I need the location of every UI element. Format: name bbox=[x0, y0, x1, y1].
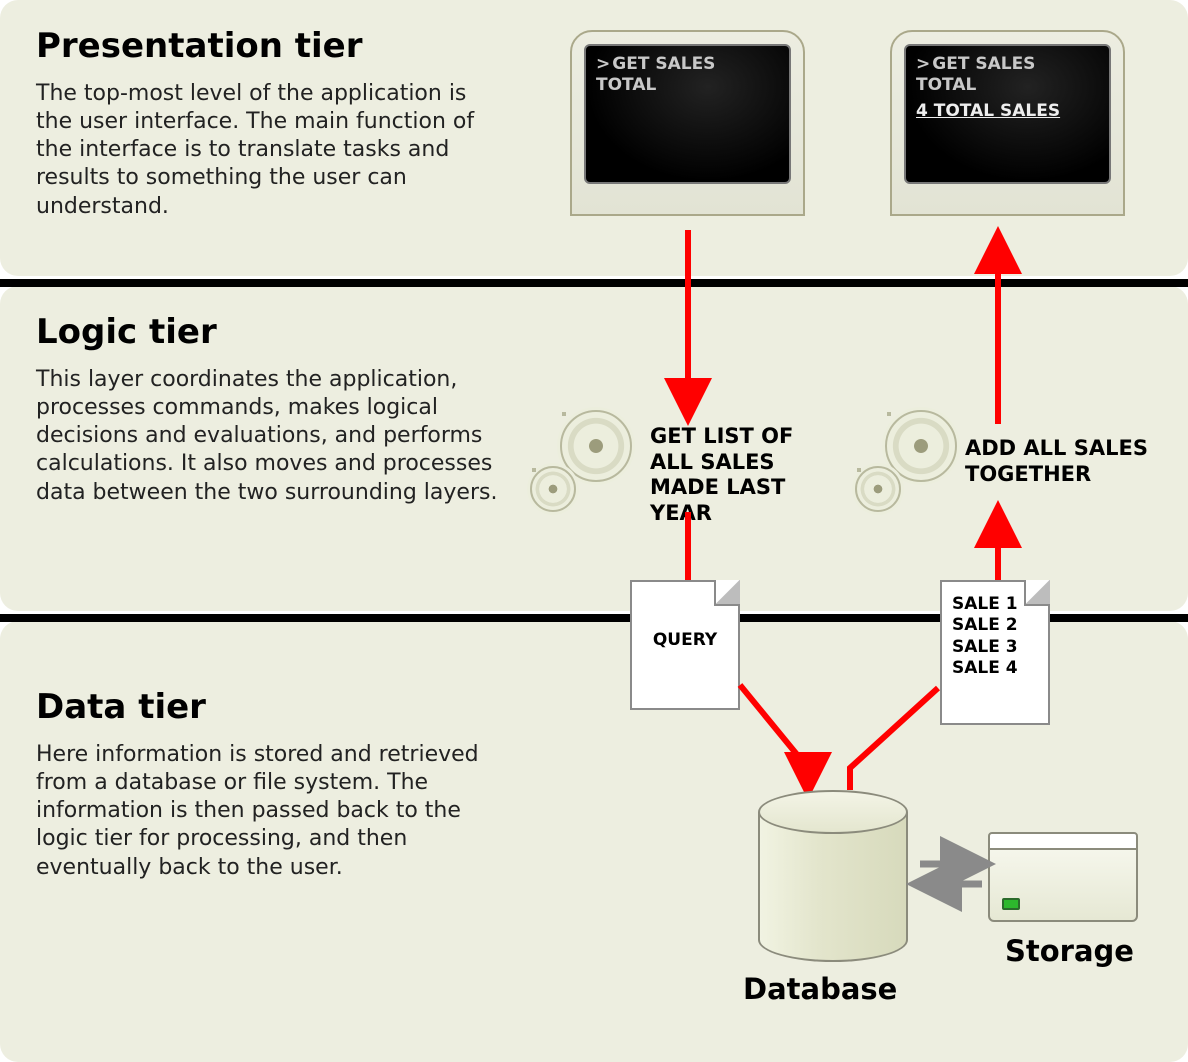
terminal-screen-input: >GET SALES TOTAL bbox=[584, 44, 791, 184]
logic-action-right: ADD ALL SALES TOGETHER bbox=[965, 436, 1155, 487]
monitor-icon-input: >GET SALES TOTAL bbox=[570, 30, 805, 216]
storage-icon bbox=[988, 832, 1138, 922]
storage-led-icon bbox=[1002, 898, 1020, 910]
terminal-result: 4 TOTAL SALES bbox=[916, 101, 1099, 122]
database-icon bbox=[758, 790, 908, 965]
terminal-command: GET SALES TOTAL bbox=[916, 54, 1035, 95]
logic-tier-title: Logic tier bbox=[36, 312, 1152, 352]
logic-tier-desc: This layer coordinates the application, … bbox=[36, 366, 506, 507]
logic-action-left: GET LIST OF ALL SALES MADE LAST YEAR bbox=[650, 424, 840, 526]
result-row: SALE 3 bbox=[952, 637, 1038, 658]
gears-icon-left bbox=[530, 410, 645, 520]
monitor-icon-output: >GET SALES TOTAL 4 TOTAL SALES bbox=[890, 30, 1125, 216]
presentation-tier-desc: The top-most level of the application is… bbox=[36, 80, 506, 221]
terminal-prompt: > bbox=[916, 54, 930, 74]
database-label: Database bbox=[743, 972, 897, 1006]
document-query-label: QUERY bbox=[653, 630, 717, 650]
three-tier-architecture-diagram: Presentation tier The top-most level of … bbox=[0, 0, 1188, 1062]
result-row: SALE 4 bbox=[952, 658, 1038, 679]
tier-divider-1 bbox=[0, 279, 1188, 287]
document-icon-results: SALE 1 SALE 2 SALE 3 SALE 4 bbox=[940, 580, 1050, 725]
result-row: SALE 2 bbox=[952, 615, 1038, 636]
storage-label: Storage bbox=[1005, 934, 1134, 968]
data-tier-desc: Here information is stored and retrieved… bbox=[36, 741, 506, 882]
terminal-screen-output: >GET SALES TOTAL 4 TOTAL SALES bbox=[904, 44, 1111, 184]
document-icon-query: QUERY bbox=[630, 580, 740, 710]
terminal-command: GET SALES TOTAL bbox=[596, 54, 715, 95]
terminal-prompt: > bbox=[596, 54, 610, 74]
gears-icon-right bbox=[855, 410, 970, 520]
